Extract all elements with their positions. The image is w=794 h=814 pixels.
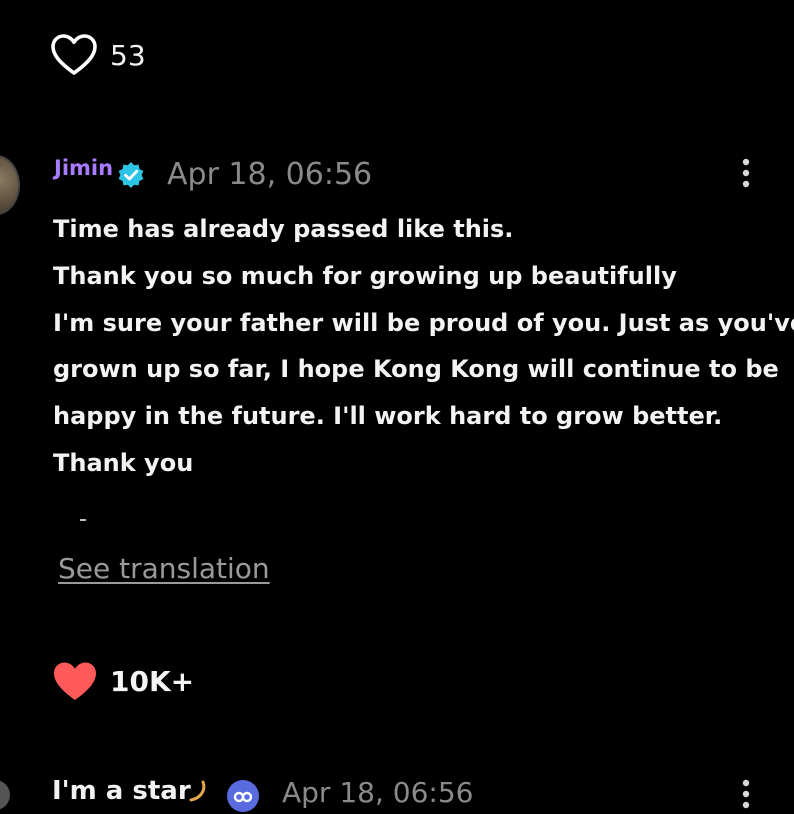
comment-line: happy in the future. I'll work hard to g…	[53, 402, 723, 431]
avatar[interactable]	[0, 155, 20, 215]
like-count: 53	[110, 38, 146, 72]
heart-outline-icon[interactable]	[50, 33, 98, 77]
divider-mark	[80, 519, 86, 521]
comment-line: Thank you	[53, 448, 194, 477]
see-translation-link[interactable]: See translation	[58, 552, 270, 585]
next-comment-author[interactable]: I'm a star	[52, 776, 191, 806]
comment-line: Time has already passed like this.	[53, 215, 514, 243]
avatar[interactable]	[0, 780, 10, 810]
post-like-bar: 53	[50, 33, 146, 77]
more-vertical-icon[interactable]	[738, 157, 754, 193]
moon-emoji-icon	[189, 780, 206, 802]
comment-author[interactable]: Jimin	[54, 156, 113, 180]
comment-body: Time has already passed like this. Thank…	[53, 206, 794, 487]
next-comment-timestamp: Apr 18, 06:56	[282, 776, 474, 809]
reaction-bar: 10K+	[52, 660, 194, 702]
heart-filled-icon[interactable]	[52, 660, 98, 702]
comment-line: Thank you so much for growing up beautif…	[53, 261, 677, 290]
verified-badge-icon	[227, 780, 259, 812]
more-vertical-icon[interactable]	[738, 778, 754, 814]
reaction-count: 10K+	[110, 664, 195, 698]
comment-timestamp: Apr 18, 06:56	[167, 157, 373, 192]
comment-line: I'm sure your father will be proud of yo…	[53, 308, 794, 337]
comment-line: grown up so far, I hope Kong Kong will c…	[53, 355, 779, 384]
verified-badge-icon	[118, 162, 144, 188]
